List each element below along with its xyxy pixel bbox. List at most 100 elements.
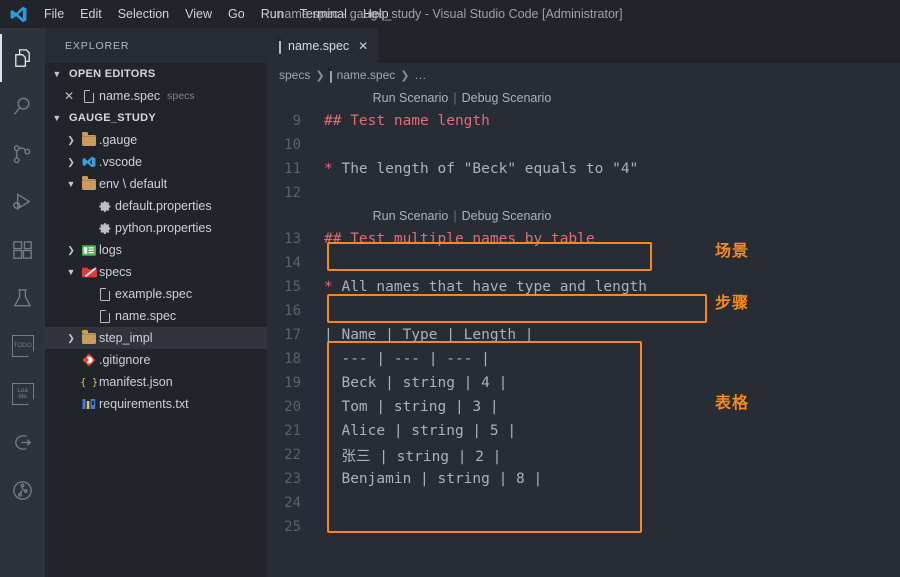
line-content: | Beck | string | 4 |	[324, 375, 508, 391]
gauge-icon	[11, 431, 34, 454]
specs-folder-icon	[79, 266, 99, 278]
codelens-debug-scenario[interactable]: Debug Scenario	[462, 91, 552, 105]
file-icon	[95, 287, 115, 301]
section-gauge-study[interactable]: ▼ GAUGE_STUDY	[45, 107, 267, 129]
line-number: 12	[284, 185, 301, 201]
open-editor-item-name-spec[interactable]: ✕ name.spec specs	[45, 85, 267, 107]
line-content: | Alice | string | 5 |	[324, 423, 517, 439]
activity-item-timeline[interactable]	[0, 466, 45, 514]
tree-item-label: manifest.json	[99, 375, 173, 389]
tabs-filler	[379, 28, 900, 63]
code-line-18[interactable]: 18 | --- | --- | --- |	[267, 347, 900, 371]
activity-item-search[interactable]	[0, 82, 45, 130]
activity-item-extensions[interactable]	[0, 226, 45, 274]
line-11-rest: The length of "Beck" equals to "4"	[332, 161, 639, 177]
tree-item-python-properties[interactable]: python.properties	[45, 217, 267, 239]
file-icon	[329, 67, 332, 83]
tree-item-name-spec[interactable]: name.spec	[45, 305, 267, 327]
tree-item-requirements-txt[interactable]: requirements.txt	[45, 393, 267, 415]
tree-item-default-properties[interactable]: default.properties	[45, 195, 267, 217]
breadcrumb-item-file[interactable]: name.spec	[337, 68, 396, 82]
close-icon[interactable]: ✕	[358, 39, 368, 53]
line-content: ## Test multiple names by table	[324, 231, 595, 247]
tab-name-spec[interactable]: name.spec ✕	[267, 28, 380, 63]
code-line-13[interactable]: 13 ## Test multiple names by table	[267, 227, 900, 251]
code-line-9[interactable]: 9 ## Test name length	[267, 109, 900, 133]
code-line-15[interactable]: 15 * All names that have type and length	[267, 275, 900, 299]
title-bar: File Edit Selection View Go Run Terminal…	[0, 0, 900, 28]
codelens-debug-scenario[interactable]: Debug Scenario	[462, 209, 552, 223]
breadcrumb[interactable]: specs ❯ name.spec ❯ …	[267, 63, 900, 87]
code-editor[interactable]: · Run Scenario|Debug Scenario 9 ## Test …	[267, 87, 900, 577]
code-line-16[interactable]: 16	[267, 299, 900, 323]
menu-item-terminal[interactable]: Terminal	[292, 4, 355, 24]
section-open-editors[interactable]: ▼ OPEN EDITORS	[45, 63, 267, 85]
menu-bar[interactable]: File Edit Selection View Go Run Terminal…	[36, 4, 397, 24]
menu-item-run[interactable]: Run	[253, 4, 292, 24]
tree-item-example-spec[interactable]: example.spec	[45, 283, 267, 305]
activity-item-run-and-debug[interactable]	[0, 178, 45, 226]
line-content: | 张三 | string | 2 |	[324, 448, 502, 465]
chevron-right-icon[interactable]: ❯	[63, 333, 79, 343]
menu-item-go[interactable]: Go	[220, 4, 253, 24]
workbench-body: TODO Lua Ide EXPLORER ▼ OPEN EDITORS ✕ n…	[0, 28, 900, 577]
tree-item-gitignore[interactable]: .gitignore	[45, 349, 267, 371]
section-open-editors-label: OPEN EDITORS	[69, 68, 156, 80]
activity-item-explorer[interactable]	[0, 34, 45, 82]
activity-item-todo[interactable]: TODO	[0, 322, 45, 370]
codelens-run-scenario[interactable]: Run Scenario	[373, 91, 449, 105]
activity-item-lua-ide[interactable]: Lua Ide	[0, 370, 45, 418]
tree-item-vscode[interactable]: ❯ .vscode	[45, 151, 267, 173]
code-line-19[interactable]: 19 | Beck | string | 4 |	[267, 371, 900, 395]
tree-item-label: env \ default	[99, 177, 168, 191]
activity-item-gauge[interactable]	[0, 418, 45, 466]
chevron-right-icon[interactable]: ❯	[63, 245, 79, 255]
codelens-run-scenario[interactable]: Run Scenario	[373, 209, 449, 223]
code-line-21[interactable]: 21 | Alice | string | 5 |	[267, 419, 900, 443]
chevron-down-icon: ▼	[52, 112, 62, 123]
chevron-down-icon[interactable]: ▼	[63, 179, 79, 189]
activity-item-testing[interactable]	[0, 274, 45, 322]
close-icon[interactable]: ✕	[59, 89, 79, 103]
code-line-24[interactable]: 24	[267, 491, 900, 515]
tree-item-env-default[interactable]: ▼ env \ default	[45, 173, 267, 195]
file-icon	[279, 37, 281, 54]
code-line-22[interactable]: 22 | 张三 | string | 2 |	[267, 443, 900, 467]
menu-item-edit[interactable]: Edit	[72, 4, 110, 24]
line-number: 11	[284, 161, 301, 177]
tree-item-logs[interactable]: ❯ logs	[45, 239, 267, 261]
activity-bar[interactable]: TODO Lua Ide	[0, 28, 45, 577]
chevron-right-icon[interactable]: ❯	[63, 157, 79, 167]
code-line-14[interactable]: 14	[267, 251, 900, 275]
menu-item-help[interactable]: Help	[355, 4, 397, 24]
tree-item-step-impl[interactable]: ❯ step_impl	[45, 327, 267, 349]
menu-item-selection[interactable]: Selection	[110, 4, 177, 24]
menu-item-file[interactable]: File	[36, 4, 72, 24]
tree-item-label: example.spec	[115, 287, 193, 301]
code-line-20[interactable]: 20 | Tom | string | 3 |	[267, 395, 900, 419]
breadcrumb-item-specs[interactable]: specs	[279, 68, 310, 82]
line-number: 17	[284, 327, 301, 343]
code-line-23[interactable]: 23 | Benjamin | string | 8 |	[267, 467, 900, 491]
activity-item-source-control[interactable]	[0, 130, 45, 178]
breadcrumb-item-more[interactable]: …	[415, 68, 427, 82]
menu-item-view[interactable]: View	[177, 4, 220, 24]
code-line-17[interactable]: 17 | Name | Type | Length |	[267, 323, 900, 347]
tree-item-manifest-json[interactable]: { } manifest.json	[45, 371, 267, 393]
file-icon	[95, 309, 115, 323]
code-line-25[interactable]: 25	[267, 515, 900, 539]
codelens-scenario-1[interactable]: · Run Scenario|Debug Scenario	[267, 87, 900, 109]
chevron-right-icon[interactable]: ❯	[63, 135, 79, 145]
codelens-scenario-2[interactable]: · Run Scenario|Debug Scenario	[267, 205, 900, 227]
testing-flask-icon	[11, 287, 34, 310]
tree-item-gauge[interactable]: ❯ .gauge	[45, 129, 267, 151]
line-15-rest: All names that have type and length	[332, 279, 648, 295]
line-number: 20	[284, 399, 301, 415]
line-content: * All names that have type and length	[324, 279, 648, 295]
chevron-down-icon: ▼	[52, 68, 62, 79]
tree-item-specs[interactable]: ▼ specs	[45, 261, 267, 283]
chevron-down-icon[interactable]: ▼	[63, 267, 79, 277]
code-line-11[interactable]: 11 * The length of "Beck" equals to "4"	[267, 157, 900, 181]
code-line-10[interactable]: 10	[267, 133, 900, 157]
requirements-icon	[79, 398, 99, 410]
